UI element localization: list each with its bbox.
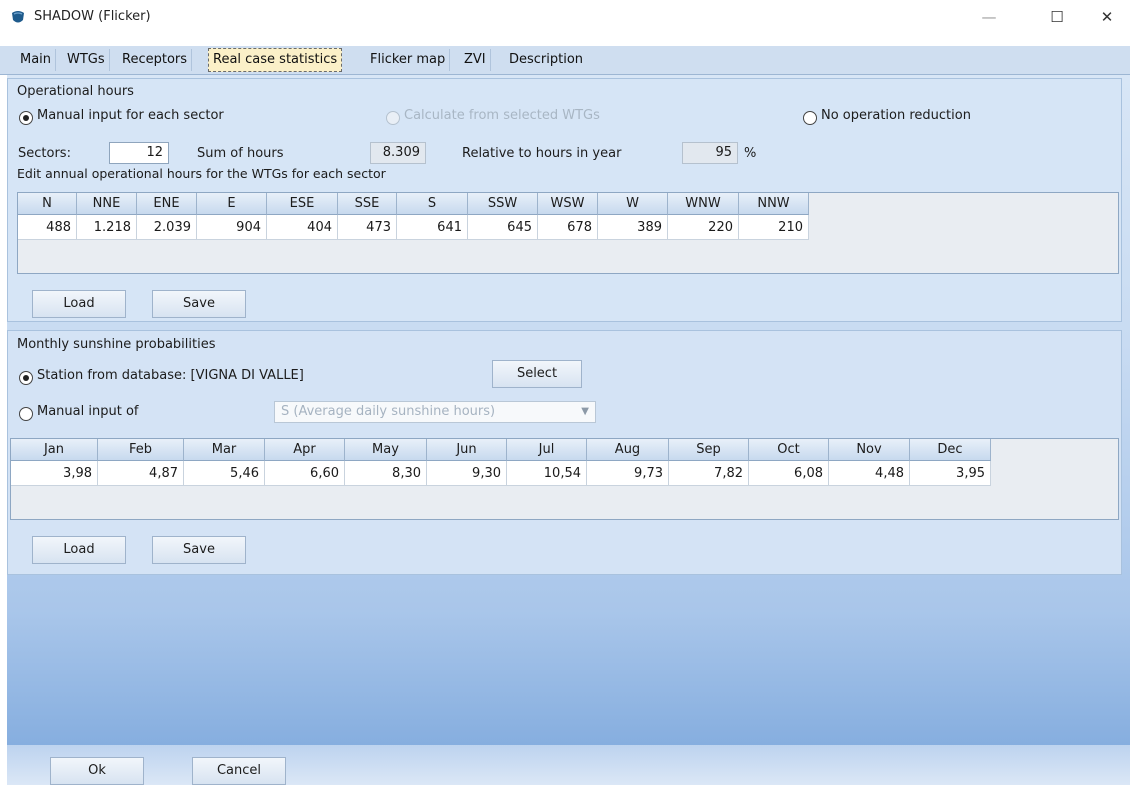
sector-cell-ese[interactable]: 404 (267, 215, 338, 240)
month-header-aug: Aug (587, 439, 669, 461)
month-cell-apr[interactable]: 6,60 (265, 461, 345, 486)
sector-cell-e[interactable]: 904 (197, 215, 267, 240)
save-sector-hours-button[interactable]: Save (152, 290, 246, 318)
load-sunshine-button[interactable]: Load (32, 536, 126, 564)
sector-cell-wnw[interactable]: 220 (668, 215, 739, 240)
sector-cell-ene[interactable]: 2.039 (137, 215, 197, 240)
chevron-down-icon: ▼ (581, 406, 589, 417)
tab-flicker-map[interactable]: Flicker map (366, 49, 451, 71)
relative-hours-value: 95 (682, 142, 738, 164)
calculate-from-wtgs-label: Calculate from selected WTGs (404, 108, 600, 123)
sector-cell-nne[interactable]: 1.218 (77, 215, 137, 240)
sector-header-ssw: SSW (468, 193, 538, 215)
maximize-button[interactable]: ☐ (1034, 2, 1080, 32)
manual-input-label: Manual input for each sector (37, 108, 224, 123)
minimize-button[interactable]: — (966, 2, 1012, 32)
sunshine-table: Jan Feb Mar Apr May Jun Jul Aug Sep Oct … (10, 438, 1119, 520)
month-header-sep: Sep (669, 439, 749, 461)
sector-header-s: S (397, 193, 468, 215)
sunshine-title: Monthly sunshine probabilities (17, 337, 216, 352)
percent-unit: % (744, 146, 757, 161)
station-database-radio[interactable] (19, 371, 33, 385)
month-header-nov: Nov (829, 439, 910, 461)
sectors-input[interactable]: 12 (109, 142, 169, 164)
month-header-oct: Oct (749, 439, 829, 461)
cancel-button[interactable]: Cancel (192, 757, 286, 785)
sector-hours-table: N NNE ENE E ESE SSE S SSW WSW W WNW NNW … (17, 192, 1119, 274)
save-sunshine-button[interactable]: Save (152, 536, 246, 564)
month-header-may: May (345, 439, 427, 461)
month-header-mar: Mar (184, 439, 265, 461)
tab-main[interactable]: Main (16, 49, 57, 71)
sector-cell-ssw[interactable]: 645 (468, 215, 538, 240)
ok-button[interactable]: Ok (50, 757, 144, 785)
no-operation-reduction-label: No operation reduction (821, 108, 971, 123)
sector-header-e: E (197, 193, 267, 215)
manual-input-radio[interactable] (19, 111, 33, 125)
month-cell-jan[interactable]: 3,98 (11, 461, 98, 486)
month-cell-sep[interactable]: 7,82 (669, 461, 749, 486)
month-cell-jun[interactable]: 9,30 (427, 461, 507, 486)
month-cell-mar[interactable]: 5,46 (184, 461, 265, 486)
sector-cell-wsw[interactable]: 678 (538, 215, 598, 240)
sunshine-type-dropdown: S (Average daily sunshine hours) ▼ (274, 401, 596, 423)
load-sector-hours-button[interactable]: Load (32, 290, 126, 318)
tab-description[interactable]: Description (505, 49, 587, 71)
month-cell-aug[interactable]: 9,73 (587, 461, 669, 486)
month-cell-nov[interactable]: 4,48 (829, 461, 910, 486)
sector-header-n: N (18, 193, 77, 215)
manual-sunshine-label: Manual input of (37, 404, 139, 419)
month-header-apr: Apr (265, 439, 345, 461)
operational-hours-title: Operational hours (17, 84, 134, 99)
month-header-dec: Dec (910, 439, 991, 461)
relative-hours-label: Relative to hours in year (462, 146, 622, 161)
tab-strip: Main WTGs Receptors Real case statistics… (0, 46, 1130, 75)
sector-header-nnw: NNW (739, 193, 809, 215)
sector-header-wsw: WSW (538, 193, 598, 215)
month-cell-jul[interactable]: 10,54 (507, 461, 587, 486)
sector-cell-s[interactable]: 641 (397, 215, 468, 240)
month-header-jul: Jul (507, 439, 587, 461)
tab-zvi[interactable]: ZVI (460, 49, 491, 71)
sector-cell-sse[interactable]: 473 (338, 215, 397, 240)
month-cell-dec[interactable]: 3,95 (910, 461, 991, 486)
sectors-label: Sectors: (18, 146, 71, 161)
select-station-button[interactable]: Select (492, 360, 582, 388)
sum-of-hours-label: Sum of hours (197, 146, 284, 161)
edit-hours-label: Edit annual operational hours for the WT… (17, 166, 386, 181)
sector-header-ene: ENE (137, 193, 197, 215)
month-cell-may[interactable]: 8,30 (345, 461, 427, 486)
month-header-feb: Feb (98, 439, 184, 461)
sum-of-hours-value: 8.309 (370, 142, 426, 164)
month-cell-feb[interactable]: 4,87 (98, 461, 184, 486)
app-logo-icon (12, 11, 24, 23)
title-bar: SHADOW (Flicker) — ☐ ✕ (0, 0, 1130, 34)
month-header-jan: Jan (11, 439, 98, 461)
calculate-from-wtgs-radio (386, 111, 400, 125)
tab-wtgs[interactable]: WTGs (63, 49, 110, 71)
sector-header-sse: SSE (338, 193, 397, 215)
sector-header-wnw: WNW (668, 193, 739, 215)
sector-header-ese: ESE (267, 193, 338, 215)
no-operation-reduction-radio[interactable] (803, 111, 817, 125)
sector-header-nne: NNE (77, 193, 137, 215)
tab-real-case-statistics[interactable]: Real case statistics (208, 48, 343, 72)
window-title: SHADOW (Flicker) (34, 9, 151, 24)
manual-sunshine-radio[interactable] (19, 407, 33, 421)
sunshine-type-value: S (Average daily sunshine hours) (281, 404, 496, 419)
month-header-jun: Jun (427, 439, 507, 461)
dialog-button-bar (7, 745, 1130, 785)
sector-cell-nnw[interactable]: 210 (739, 215, 809, 240)
close-button[interactable]: ✕ (1084, 2, 1130, 32)
sector-header-w: W (598, 193, 668, 215)
sector-cell-w[interactable]: 389 (598, 215, 668, 240)
station-database-label: Station from database: [VIGNA DI VALLE] (37, 368, 304, 383)
sector-cell-n[interactable]: 488 (18, 215, 77, 240)
month-cell-oct[interactable]: 6,08 (749, 461, 829, 486)
tab-receptors[interactable]: Receptors (118, 49, 193, 71)
